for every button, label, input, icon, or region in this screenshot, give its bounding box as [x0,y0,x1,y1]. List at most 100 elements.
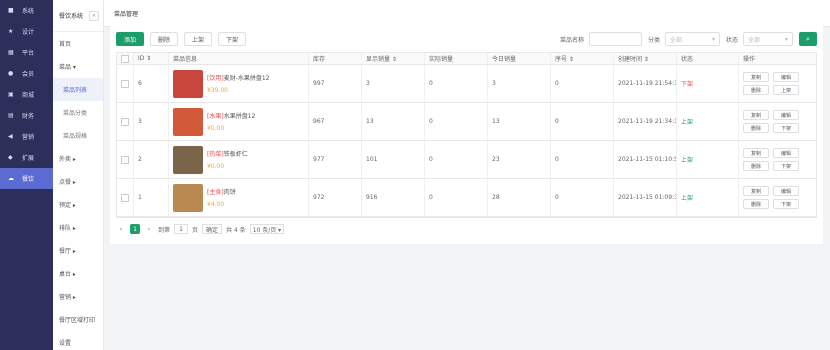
sidebar-item[interactable]: ◆ 扩展 [0,147,53,168]
on-shelf-button[interactable]: 上架 [184,32,213,46]
row-action-button[interactable]: 删除 [743,161,769,171]
sidebar-icon: ◀ [8,133,13,140]
header-display-sales[interactable]: 显示销量 ⇕ [362,53,425,64]
dish-image [173,145,203,174]
subnav-item[interactable]: 首页 [53,32,103,55]
cell-stock: 997 [309,65,362,102]
header-today-sales: 今日销量 [488,53,551,64]
row-action-button[interactable]: 上架 [773,85,799,95]
page-tab[interactable]: 菜品管理 [114,9,138,18]
row-action-button[interactable]: 删除 [743,199,769,209]
row-action-button[interactable]: 删除 [743,85,769,95]
search-button[interactable]: ⌕ [799,32,817,46]
sub-navigation: 餐饮系统 « 首页 菜品 ▾ 菜品列表 菜品分类 菜品规格 外卖 ▸ 点餐 ▸ 预定 ▸ 排队 … [53,0,104,350]
category-select[interactable]: 全部 ▾ [664,32,720,46]
subnav-item[interactable]: 餐厅区域打印 [53,308,103,331]
header-time[interactable]: 创建时间 ⇕ [614,53,677,64]
cell-sort: 0 [551,141,614,178]
sidebar-item[interactable]: ◀ 营销 [0,126,53,147]
row-action-button[interactable]: 编辑 [773,72,799,82]
status-badge[interactable]: 上架 [677,103,739,140]
dish-name[interactable]: [热菜]铁板虾仁 [207,149,248,158]
row-action-button[interactable]: 编辑 [773,110,799,120]
subnav-item[interactable]: 排队 ▸ [53,216,103,239]
subnav-item[interactable]: 设置 [53,331,103,350]
cell-sort: 0 [551,103,614,140]
header-ops: 操作 [743,56,756,63]
sidebar-item-label: 营销 [22,134,35,141]
sidebar-icon: ☁ [8,175,14,182]
row-action-button[interactable]: 编辑 [773,186,799,196]
cell-ops: 复制 编辑 删除 上架 [739,65,807,102]
header-sort[interactable]: 序号 ⇕ [551,53,614,64]
off-shelf-button[interactable]: 下架 [218,32,247,46]
status-badge[interactable]: 上架 [677,141,739,178]
subnav-item[interactable]: 营销 ▸ [53,285,103,308]
dish-name[interactable]: [主食]肉饼 [207,187,236,196]
header-id[interactable]: ID ⇕ [134,53,169,64]
sidebar-item[interactable]: ★ 设计 [0,21,53,42]
subnav-item[interactable]: 菜品规格 [53,124,103,147]
cell-display-sales: 916 [362,179,425,216]
sidebar-icon: ▦ [8,49,14,56]
subnav-item[interactable]: 桌台 ▸ [53,262,103,285]
sidebar-icon: ◆ [8,154,13,161]
subnav-item[interactable]: 点餐 ▸ [53,170,103,193]
prev-page-button[interactable]: ‹ [116,224,126,234]
cell-ops: 复制 编辑 删除 下架 [739,141,807,178]
dish-name[interactable]: [饮用]麦财-水果拼盘12 [207,73,270,82]
row-action-button[interactable]: 删除 [743,123,769,133]
cell-actual-sales: 0 [425,141,488,178]
sidebar-item[interactable]: ● 会员 [0,63,53,84]
cell-ops: 复制 编辑 删除 下架 [739,103,807,140]
subnav-item[interactable]: 菜品分类 [53,101,103,124]
status-badge[interactable]: 上架 [677,179,739,216]
subnav-item[interactable]: 外卖 ▸ [53,147,103,170]
toolbar: 添加 删除 上架 下架 菜品名称 分类 全部 ▾ 状态 全部 ▾ ⌕ [110,26,823,52]
goto-confirm-button[interactable]: 确定 [202,224,223,234]
next-page-button[interactable]: › [144,224,154,234]
goto-page-input[interactable]: 1 [174,224,189,234]
page-size-select[interactable]: 10 条/页 ▾ [249,224,285,234]
collapse-icon[interactable]: « [89,10,99,21]
row-checkbox[interactable] [121,79,129,88]
subnav-item[interactable]: 预定 ▸ [53,193,103,216]
row-action-button[interactable]: 复制 [743,148,769,158]
subnav-item[interactable]: 餐厅 ▸ [53,239,103,262]
row-checkbox[interactable] [121,117,129,126]
subnav-item[interactable]: 菜品 ▾ [53,55,103,78]
sidebar-item[interactable]: ▣ 商城 [0,84,53,105]
dish-name[interactable]: [水果]水果拼盘12 [207,111,255,120]
delete-button[interactable]: 删除 [150,32,179,46]
row-action-button[interactable]: 复制 [743,72,769,82]
sidebar-item-label: 平台 [22,50,35,57]
sidebar-item[interactable]: ▦ 平台 [0,42,53,63]
status-badge[interactable]: 下架 [677,65,739,102]
dish-price: ¥39.00 [207,87,228,94]
row-action-button[interactable]: 复制 [743,186,769,196]
row-action-button[interactable]: 下架 [773,123,799,133]
status-select[interactable]: 全部 ▾ [743,32,793,46]
row-checkbox[interactable] [121,193,129,202]
row-action-button[interactable]: 下架 [773,199,799,209]
goto-label: 到第 [158,226,171,234]
current-page[interactable]: 1 [130,224,140,234]
add-button[interactable]: 添加 [116,32,145,46]
subnav-item[interactable]: 菜品列表 [53,78,103,101]
sidebar-item[interactable]: ■ 系统 [0,0,53,21]
cell-actual-sales: 0 [425,179,488,216]
row-checkbox[interactable] [121,155,129,164]
row-action-button[interactable]: 编辑 [773,148,799,158]
dish-name-input[interactable] [588,32,642,46]
main-content: 菜品管理 添加 删除 上架 下架 菜品名称 分类 全部 ▾ 状态 全部 ▾ ⌕ ID… [104,0,830,350]
total-count: 共 4 条 [226,226,246,234]
dish-tag: [热菜] [207,151,224,158]
row-action-button[interactable]: 复制 [743,110,769,120]
cell-id: 3 [134,103,169,140]
row-action-button[interactable]: 下架 [773,161,799,171]
select-all-checkbox[interactable] [121,54,129,63]
table-header: ID ⇕ 菜品信息 库存 显示销量 ⇕ 实际销量 今日销量 序号 ⇕ 创建时间 … [117,53,816,65]
sidebar-item[interactable]: ▤ 财务 [0,105,53,126]
cell-time: 2021-11-19 21:34:19 [614,103,677,140]
sidebar-item[interactable]: ☁ 餐饮 [0,168,53,189]
